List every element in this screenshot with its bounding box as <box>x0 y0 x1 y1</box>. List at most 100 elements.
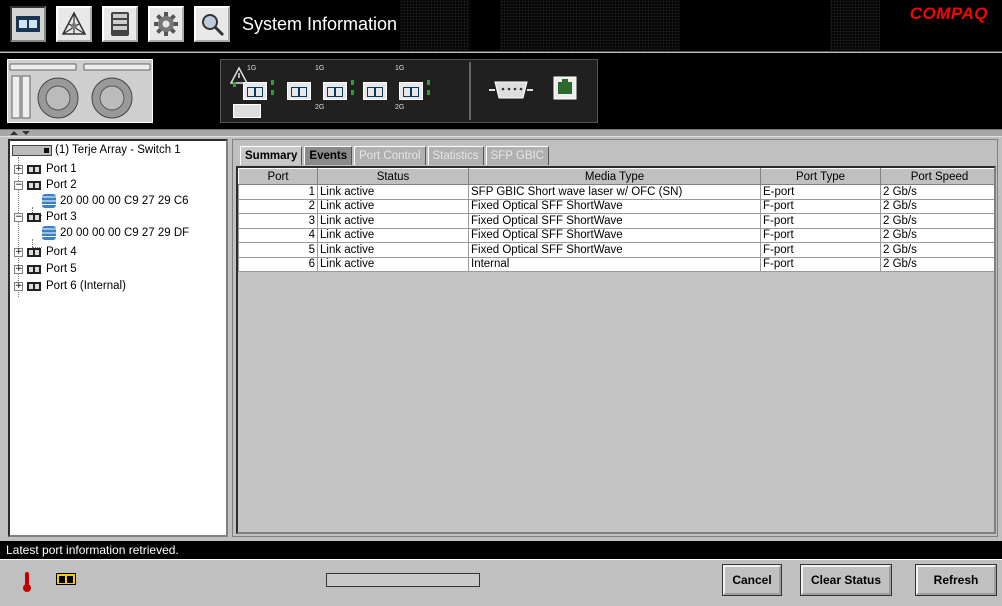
cell-port-speed: 2 Gb/s <box>880 213 994 229</box>
port-led <box>271 90 274 95</box>
port-icon <box>27 264 41 274</box>
table-row[interactable]: 3 Link active Fixed Optical SFF ShortWav… <box>238 213 994 229</box>
tab-bar: Summary Events Port Control Statistics S… <box>240 146 551 165</box>
cell-status: Link active <box>317 256 469 272</box>
column-header-port-type[interactable]: Port Type <box>760 168 881 185</box>
tree-item-port-5[interactable]: + Port 5 <box>14 261 77 277</box>
expand-icon[interactable]: + <box>14 281 23 291</box>
port-1-slot[interactable] <box>243 82 267 100</box>
refresh-button[interactable]: Refresh <box>915 564 997 596</box>
storage-button[interactable] <box>102 6 138 42</box>
port-led <box>427 80 430 85</box>
tree-item-port-4[interactable]: + Port 4 <box>14 244 77 260</box>
cell-port-type: F-port <box>760 227 881 243</box>
search-button[interactable] <box>194 6 230 42</box>
device-tree[interactable]: (1) Terje Array - Switch 1 + Port 1 − Po… <box>8 139 228 537</box>
table-row[interactable]: 5 Link active Fixed Optical SFF ShortWav… <box>238 242 994 258</box>
table-row[interactable]: 1 Link active SFP GBIC Short wave laser … <box>238 184 994 200</box>
cell-media-type: Fixed Optical SFF ShortWave <box>468 227 761 243</box>
port-4-slot[interactable] <box>363 82 387 100</box>
storage-device-icon <box>42 194 56 208</box>
port-2-slot[interactable] <box>287 82 311 100</box>
port-icon <box>27 164 41 174</box>
column-header-status[interactable]: Status <box>317 168 469 185</box>
tree-label: Port 5 <box>46 263 77 275</box>
tree-label: Port 3 <box>46 211 77 223</box>
cell-media-type: SFP GBIC Short wave laser w/ OFC (SN) <box>468 184 761 200</box>
cell-port: 2 <box>238 198 318 214</box>
tab-summary[interactable]: Summary <box>240 146 303 165</box>
tree-item-wwn[interactable]: 20 00 00 00 C9 27 29 C6 <box>42 193 189 209</box>
tree-label: Port 2 <box>46 179 77 191</box>
header-pattern <box>830 0 880 52</box>
speed-label: 1G <box>315 65 325 72</box>
cell-media-type: Fixed Optical SFF ShortWave <box>468 242 761 258</box>
fabric-topology-button[interactable] <box>56 6 92 42</box>
cell-status: Link active <box>317 198 469 214</box>
column-header-port-speed[interactable]: Port Speed <box>880 168 994 185</box>
brand-logo: COMPAQ <box>909 4 988 23</box>
tree-label: 20 00 00 00 C9 27 29 DF <box>60 227 190 239</box>
port-table: Port Status Media Type Port Type Port Sp… <box>238 168 994 272</box>
cell-port-type: F-port <box>760 242 881 258</box>
tab-sfp-gbic: SFP GBIC <box>485 146 549 165</box>
switch-view-button[interactable] <box>10 6 46 42</box>
port-3-slot[interactable] <box>323 82 347 100</box>
switch-front-panel: 1G 2G 1G 1G 2G 2G <box>220 59 598 123</box>
speed-label: 2G <box>315 104 325 111</box>
magnifier-icon <box>202 14 225 37</box>
cell-port: 1 <box>238 184 318 200</box>
settings-button[interactable] <box>148 6 184 42</box>
table-row[interactable]: 4 Link active Fixed Optical SFF ShortWav… <box>238 227 994 243</box>
table-row[interactable]: 2 Link active Fixed Optical SFF ShortWav… <box>238 198 994 214</box>
tree-root-switch[interactable]: (1) Terje Array - Switch 1 <box>12 142 181 158</box>
table-row[interactable]: 6 Link active Internal F-port 2 Gb/s <box>238 256 994 272</box>
title-bar: System Information COMPAQ <box>0 0 1002 52</box>
collapse-icon[interactable]: − <box>14 212 23 222</box>
cell-status: Link active <box>317 213 469 229</box>
expand-icon[interactable]: + <box>14 264 23 274</box>
tab-port-control: Port Control <box>354 146 426 165</box>
collapse-icon[interactable]: − <box>14 180 23 190</box>
window-title: System Information <box>242 14 398 34</box>
tree-item-port-6[interactable]: + Port 6 (Internal) <box>14 278 126 294</box>
tab-events[interactable]: Events <box>304 146 353 165</box>
cell-media-type: Fixed Optical SFF ShortWave <box>468 198 761 214</box>
tree-item-port-2[interactable]: − Port 2 <box>14 177 77 193</box>
port-icon <box>27 281 41 291</box>
cell-status: Link active <box>317 242 469 258</box>
tree-label: Port 1 <box>46 163 77 175</box>
clear-status-button[interactable]: Clear Status <box>800 564 892 596</box>
port-led <box>427 90 430 95</box>
panel-divider <box>469 62 471 120</box>
topology-icon <box>61 11 87 35</box>
cell-port-type: F-port <box>760 198 881 214</box>
port-led <box>351 80 354 85</box>
storage-icon <box>111 12 129 36</box>
cell-port-speed: 2 Gb/s <box>880 227 994 243</box>
port-icon <box>27 212 41 222</box>
expand-icon[interactable]: + <box>14 247 23 257</box>
splitter-arrows-icon[interactable] <box>8 130 32 136</box>
progress-bar <box>326 573 480 587</box>
port-led <box>271 80 274 85</box>
status-led <box>233 82 236 87</box>
panel-splitter[interactable] <box>0 129 1002 137</box>
header-pattern <box>400 0 470 52</box>
power-supply-panel <box>7 59 153 123</box>
speed-label: 2G <box>395 104 405 111</box>
cancel-button[interactable]: Cancel <box>722 564 782 596</box>
table-header-row: Port Status Media Type Port Type Port Sp… <box>238 168 994 185</box>
tree-item-port-3[interactable]: − Port 3 <box>14 209 77 225</box>
temperature-icon <box>23 572 31 592</box>
tree-label: 20 00 00 00 C9 27 29 C6 <box>60 195 189 207</box>
port-5-slot[interactable] <box>399 82 423 100</box>
column-header-media-type[interactable]: Media Type <box>468 168 761 185</box>
cell-port: 3 <box>238 213 318 229</box>
tree-item-wwn[interactable]: 20 00 00 00 C9 27 29 DF <box>42 225 189 241</box>
expand-icon[interactable]: + <box>14 164 23 174</box>
switch-icon <box>16 16 40 32</box>
column-header-port[interactable]: Port <box>238 168 318 185</box>
serial-port-icon <box>489 81 533 99</box>
tree-item-port-1[interactable]: + Port 1 <box>14 161 77 177</box>
